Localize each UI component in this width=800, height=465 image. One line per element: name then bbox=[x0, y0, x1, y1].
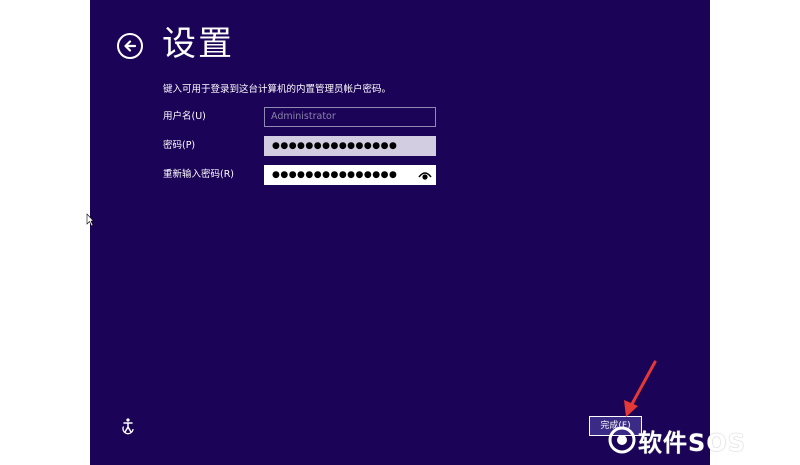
password-label: 密码(P) bbox=[163, 140, 196, 151]
instruction-text: 键入可用于登录到这台计算机的内置管理员帐户密码。 bbox=[163, 84, 392, 95]
watermark: 软件SOS bbox=[608, 420, 746, 460]
ease-of-access-icon bbox=[122, 418, 134, 435]
back-button[interactable] bbox=[117, 33, 143, 59]
back-arrow-icon bbox=[124, 40, 137, 52]
reveal-password-icon[interactable] bbox=[418, 169, 432, 181]
reenter-password-field[interactable]: ●●●●●●●●●●●●●●● bbox=[264, 165, 436, 185]
reenter-password-label: 重新输入密码(R) bbox=[163, 169, 235, 180]
reenter-password-masked-value: ●●●●●●●●●●●●●●● bbox=[272, 170, 398, 180]
watermark-logo-icon bbox=[608, 426, 636, 454]
password-field[interactable]: ●●●●●●●●●●●●●●● bbox=[264, 136, 436, 156]
red-pointer-arrow bbox=[624, 360, 657, 417]
username-placeholder: Administrator bbox=[271, 111, 336, 122]
page-title: 设置 bbox=[162, 24, 234, 64]
username-label: 用户名(U) bbox=[163, 111, 206, 122]
mouse-cursor-icon bbox=[86, 213, 94, 227]
ease-of-access-button[interactable] bbox=[120, 417, 138, 435]
watermark-text: 软件SOS bbox=[638, 428, 746, 457]
username-field[interactable]: Administrator bbox=[264, 107, 436, 127]
password-masked-value: ●●●●●●●●●●●●●●● bbox=[272, 141, 398, 151]
